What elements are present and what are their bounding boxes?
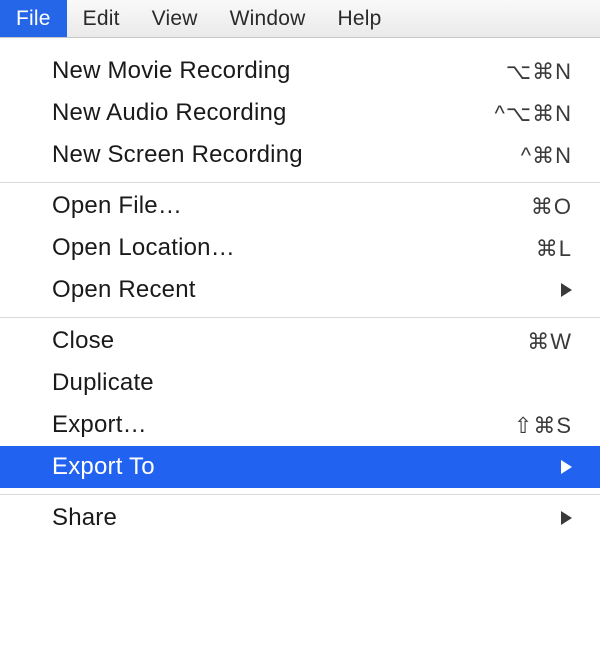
menu-item-label: Open Location… xyxy=(52,230,482,266)
menubar-item-window[interactable]: Window xyxy=(214,0,322,37)
menu-item-shortcut: ⌘O xyxy=(482,190,572,223)
submenu-arrow-icon xyxy=(561,283,572,297)
menu-item-share[interactable]: Share xyxy=(0,497,600,539)
menu-item-shortcut: ^⌥⌘N xyxy=(482,97,572,130)
menu-item-label: Export… xyxy=(52,407,482,443)
menubar-item-label: Edit xyxy=(83,7,120,31)
submenu-arrow-icon xyxy=(561,511,572,525)
menu-item-label: Export To xyxy=(52,449,549,485)
menubar-item-label: Help xyxy=(337,7,381,31)
menu-item-new-audio-recording[interactable]: New Audio Recording ^⌥⌘N xyxy=(0,92,600,134)
submenu-arrow-icon xyxy=(561,460,572,474)
menu-item-open-file[interactable]: Open File… ⌘O xyxy=(0,185,600,227)
menu-item-shortcut: ⌥⌘N xyxy=(482,55,572,88)
menu-item-new-movie-recording[interactable]: New Movie Recording ⌥⌘N xyxy=(0,50,600,92)
menu-section: Close ⌘W Duplicate Export… ⇧⌘S Export To xyxy=(0,318,600,495)
menubar-item-view[interactable]: View xyxy=(136,0,214,37)
menu-item-new-screen-recording[interactable]: New Screen Recording ^⌘N xyxy=(0,134,600,176)
menu-item-label: Duplicate xyxy=(52,365,572,401)
menu-section: Share xyxy=(0,495,600,545)
menu-item-label: New Screen Recording xyxy=(52,137,482,173)
menu-item-open-location[interactable]: Open Location… ⌘L xyxy=(0,227,600,269)
menubar-item-label: File xyxy=(16,7,51,31)
menubar-item-edit[interactable]: Edit xyxy=(67,0,136,37)
menu-item-shortcut: ^⌘N xyxy=(482,139,572,172)
menu-item-label: Share xyxy=(52,500,549,536)
menu-item-label: New Movie Recording xyxy=(52,53,482,89)
menu-item-label: New Audio Recording xyxy=(52,95,482,131)
menubar-item-file[interactable]: File xyxy=(0,0,67,37)
menu-item-shortcut: ⇧⌘S xyxy=(482,409,572,442)
menu-item-close[interactable]: Close ⌘W xyxy=(0,320,600,362)
menu-section: Open File… ⌘O Open Location… ⌘L Open Rec… xyxy=(0,183,600,318)
menu-item-label: Close xyxy=(52,323,482,359)
menu-item-shortcut: ⌘L xyxy=(482,232,572,265)
menubar-item-label: Window xyxy=(230,7,306,31)
menubar: File Edit View Window Help xyxy=(0,0,600,38)
menu-section: New Movie Recording ⌥⌘N New Audio Record… xyxy=(0,48,600,183)
menu-item-open-recent[interactable]: Open Recent xyxy=(0,269,600,311)
menubar-item-label: View xyxy=(152,7,198,31)
menu-item-export-to[interactable]: Export To xyxy=(0,446,600,488)
menubar-item-help[interactable]: Help xyxy=(321,0,397,37)
menu-item-label: Open File… xyxy=(52,188,482,224)
menu-item-shortcut: ⌘W xyxy=(482,325,572,358)
menu-item-label: Open Recent xyxy=(52,272,549,308)
file-dropdown-menu: New Movie Recording ⌥⌘N New Audio Record… xyxy=(0,38,600,545)
menu-item-export[interactable]: Export… ⇧⌘S xyxy=(0,404,600,446)
menu-item-duplicate[interactable]: Duplicate xyxy=(0,362,600,404)
